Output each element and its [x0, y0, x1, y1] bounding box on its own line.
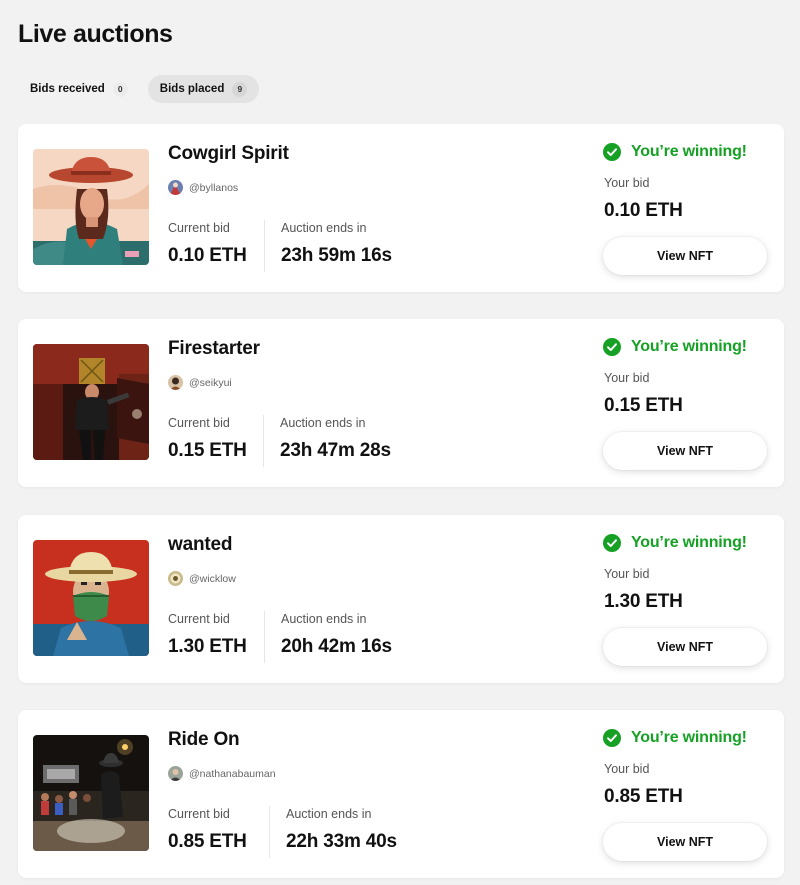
- masked-cowboy-icon[interactable]: [33, 540, 149, 656]
- creator-handle: @byllanos: [189, 181, 239, 194]
- your-bid-label: Your bid: [604, 567, 650, 581]
- check-circle-icon: [603, 729, 621, 747]
- tab-label: Bids received: [30, 83, 105, 95]
- view-nft-button[interactable]: View NFT: [603, 432, 767, 470]
- creator-avatar: [168, 571, 183, 586]
- auction-card: Cowgirl Spirit @byllanos Current bid 0.1…: [18, 124, 784, 292]
- creator-link[interactable]: @seikyui: [168, 375, 232, 390]
- winning-text: You’re winning!: [631, 143, 747, 160]
- creator-handle: @seikyui: [189, 376, 232, 389]
- current-bid-value: 1.30 ETH: [168, 636, 247, 657]
- winning-status: You’re winning!: [603, 338, 747, 356]
- winning-status: You’re winning!: [603, 534, 747, 552]
- auction-ends-label: Auction ends in: [280, 416, 366, 430]
- current-bid-value: 0.10 ETH: [168, 245, 247, 266]
- winning-status: You’re winning!: [603, 143, 747, 161]
- winning-text: You’re winning!: [631, 338, 747, 355]
- tab-bids-received[interactable]: Bids received 0: [18, 75, 140, 103]
- cowgirl-portrait-icon[interactable]: [33, 149, 149, 265]
- auction-card: Firestarter @seikyui Current bid 0.15 ET…: [18, 319, 784, 487]
- creator-avatar: [168, 766, 183, 781]
- creator-handle: @nathanabauman: [189, 767, 276, 780]
- view-nft-button[interactable]: View NFT: [603, 823, 767, 861]
- current-bid-label: Current bid: [168, 612, 230, 626]
- tab-count-badge: 9: [232, 81, 248, 97]
- your-bid-value: 0.85 ETH: [604, 786, 683, 807]
- countdown-timer: 23h 47m 28s: [280, 440, 391, 461]
- view-nft-button[interactable]: View NFT: [603, 628, 767, 666]
- divider: [263, 415, 264, 467]
- check-circle-icon: [603, 143, 621, 161]
- auction-tabs: Bids received 0 Bids placed 9: [18, 75, 260, 103]
- current-bid-label: Current bid: [168, 416, 230, 430]
- countdown-timer: 23h 59m 16s: [281, 245, 392, 266]
- your-bid-label: Your bid: [604, 371, 650, 385]
- page-title: Live auctions: [18, 20, 173, 48]
- rodeo-photo-icon[interactable]: [33, 735, 149, 851]
- winning-status: You’re winning!: [603, 729, 747, 747]
- auction-card: wanted @wicklow Current bid 1.30 ETH Auc…: [18, 515, 784, 683]
- creator-avatar: [168, 375, 183, 390]
- tab-count-badge: 0: [112, 81, 128, 97]
- nft-title[interactable]: wanted: [168, 534, 232, 556]
- nft-title[interactable]: Firestarter: [168, 338, 260, 360]
- auction-card: Ride On @nathanabauman Current bid 0.85 …: [18, 710, 784, 878]
- auction-ends-label: Auction ends in: [281, 221, 367, 235]
- your-bid-value: 0.15 ETH: [604, 395, 683, 416]
- current-bid-label: Current bid: [168, 221, 230, 235]
- your-bid-label: Your bid: [604, 762, 650, 776]
- countdown-timer: 22h 33m 40s: [286, 831, 397, 852]
- winning-text: You’re winning!: [631, 729, 747, 746]
- tab-label: Bids placed: [159, 83, 225, 95]
- tab-bids-placed[interactable]: Bids placed 9: [147, 75, 260, 103]
- winning-text: You’re winning!: [631, 534, 747, 551]
- auction-ends-label: Auction ends in: [286, 807, 372, 821]
- red-western-figure-icon[interactable]: [33, 344, 149, 460]
- check-circle-icon: [603, 338, 621, 356]
- nft-title[interactable]: Cowgirl Spirit: [168, 143, 289, 165]
- current-bid-value: 0.15 ETH: [168, 440, 247, 461]
- divider: [269, 806, 270, 858]
- divider: [264, 611, 265, 663]
- countdown-timer: 20h 42m 16s: [281, 636, 392, 657]
- auction-ends-label: Auction ends in: [281, 612, 367, 626]
- check-circle-icon: [603, 534, 621, 552]
- creator-link[interactable]: @nathanabauman: [168, 766, 276, 781]
- your-bid-label: Your bid: [604, 176, 650, 190]
- current-bid-value: 0.85 ETH: [168, 831, 247, 852]
- your-bid-value: 1.30 ETH: [604, 591, 683, 612]
- creator-link[interactable]: @byllanos: [168, 180, 238, 195]
- creator-link[interactable]: @wicklow: [168, 571, 236, 586]
- creator-avatar: [168, 180, 183, 195]
- your-bid-value: 0.10 ETH: [604, 200, 683, 221]
- view-nft-button[interactable]: View NFT: [603, 237, 767, 275]
- creator-handle: @wicklow: [189, 572, 236, 585]
- divider: [264, 220, 265, 272]
- nft-title[interactable]: Ride On: [168, 729, 240, 751]
- current-bid-label: Current bid: [168, 807, 230, 821]
